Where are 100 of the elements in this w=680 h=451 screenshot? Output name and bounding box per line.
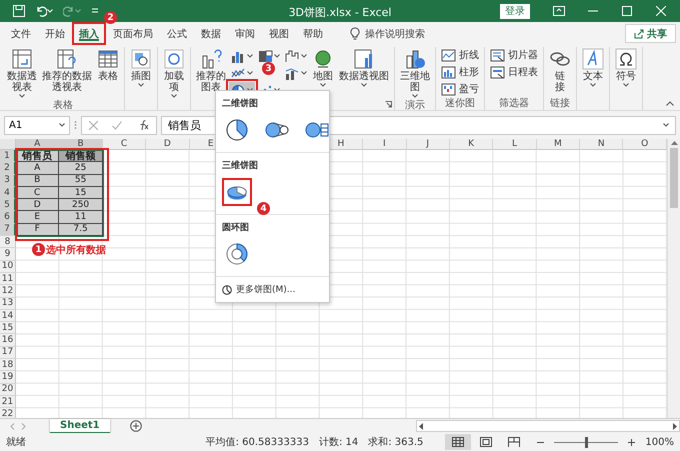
table-cell: 11: [59, 211, 103, 224]
row-header[interactable]: 6: [0, 211, 16, 224]
row-header[interactable]: 20: [0, 384, 16, 396]
row-header[interactable]: 19: [0, 371, 16, 384]
row-header[interactable]: 8: [0, 236, 16, 248]
ribbon-button[interactable]: 盈亏: [439, 81, 481, 97]
row-header[interactable]: 14: [0, 310, 16, 322]
row-header[interactable]: 21: [0, 396, 16, 408]
share-button[interactable]: 共享: [625, 24, 676, 43]
ribbon-button[interactable]: 链接: [547, 47, 573, 94]
ribbon-button[interactable]: 柱形: [439, 64, 481, 80]
ribbon-button[interactable]: 三维地图: [398, 47, 432, 99]
chart-help-icon: [200, 48, 222, 70]
column-header[interactable]: O: [623, 139, 667, 150]
horizontal-scrollbar[interactable]: [416, 420, 680, 432]
ribbon-button[interactable]: 表格: [95, 47, 121, 83]
sum-value: 求和: 363.5: [368, 436, 424, 449]
view-button[interactable]: [445, 434, 472, 450]
row-header[interactable]: 22: [0, 408, 16, 418]
collapse-ribbon-icon[interactable]: [666, 101, 674, 106]
column-header[interactable]: N: [580, 139, 624, 150]
ribbon-button[interactable]: 日程表: [488, 64, 540, 80]
caret-icon: [247, 71, 253, 75]
add-sheet-icon[interactable]: [130, 420, 142, 432]
row-header[interactable]: 1: [0, 150, 16, 162]
zoom-slider-thumb[interactable]: [584, 436, 588, 448]
menu-item[interactable]: 更多饼图(M)...: [216, 277, 329, 302]
caret-icon: [623, 83, 629, 87]
ribbon-button[interactable]: 数据透视表: [5, 47, 39, 99]
scroll-right-icon[interactable]: [673, 422, 677, 430]
ribbon-button[interactable]: 切片器: [488, 47, 540, 63]
row-header[interactable]: 15: [0, 322, 16, 334]
column-header[interactable]: K: [450, 139, 494, 150]
row-header[interactable]: 10: [0, 260, 16, 273]
row-header[interactable]: 18: [0, 359, 16, 372]
chart-option[interactable]: [222, 178, 252, 206]
sign-in-button[interactable]: 登录: [500, 4, 530, 18]
caret-icon: [320, 83, 326, 87]
group-label: 表格: [53, 99, 73, 112]
annotation-note: 选中所有数据: [46, 244, 106, 257]
row-header[interactable]: 11: [0, 272, 16, 286]
zoom-in-icon[interactable]: [628, 438, 636, 446]
ribbon-button[interactable]: 插图: [128, 47, 154, 88]
zoom-percent[interactable]: 100%: [645, 436, 674, 448]
ribbon-button[interactable]: 折线: [439, 47, 481, 63]
row-header[interactable]: 2: [0, 162, 16, 175]
row-header[interactable]: 13: [0, 298, 16, 310]
ribbon-tab[interactable]: 插入: [72, 22, 106, 45]
ribbon-tab[interactable]: 公式: [160, 22, 194, 45]
donut-chart-icon: [224, 242, 250, 266]
ribbon-button[interactable]: 符号: [613, 47, 639, 88]
caret-icon: [138, 83, 144, 87]
ribbon-button[interactable]: 加载项: [161, 47, 187, 99]
row-header[interactable]: 17: [0, 346, 16, 360]
pie-chart-icon: [224, 118, 250, 142]
chart-type-button[interactable]: [283, 48, 309, 64]
sheet-tab[interactable]: Sheet1: [50, 418, 110, 434]
ribbon-tab[interactable]: 帮助: [296, 22, 330, 45]
row-header[interactable]: 12: [0, 285, 16, 298]
ribbon-button[interactable]: 地图: [310, 47, 336, 88]
ribbon-tab[interactable]: 页面布局: [106, 22, 160, 45]
pivot-table-icon: [11, 48, 33, 70]
row-header[interactable]: 16: [0, 334, 16, 347]
column-header[interactable]: M: [536, 139, 580, 150]
pivot-chart-icon: [353, 48, 375, 70]
dialog-launcher-icon[interactable]: [385, 101, 392, 108]
scroll-up-icon[interactable]: [670, 141, 678, 145]
row-header[interactable]: 9: [0, 248, 16, 261]
table-cell: A: [16, 162, 60, 175]
column-header[interactable]: L: [493, 139, 537, 150]
caret-icon: [663, 123, 669, 127]
table-icon: [97, 48, 119, 70]
ribbon-button[interactable]: 推荐的数据透视表: [40, 47, 94, 94]
caret-icon: [590, 83, 596, 87]
chart-type-button[interactable]: [256, 48, 282, 64]
name-box[interactable]: A1: [4, 116, 70, 134]
row-header[interactable]: 5: [0, 199, 16, 212]
ribbon-tab[interactable]: 文件: [4, 22, 38, 45]
caret-icon: [75, 9, 81, 13]
omega-icon: [615, 48, 637, 70]
ribbon-button[interactable]: 文本: [580, 47, 606, 88]
column-header[interactable]: I: [363, 139, 407, 150]
caret-icon: [19, 94, 25, 98]
scrollbar-thumb[interactable]: [670, 148, 678, 208]
tell-me-search[interactable]: 操作说明搜索: [344, 22, 431, 45]
ribbon-tab[interactable]: 审阅: [228, 22, 262, 45]
column-header[interactable]: D: [146, 139, 190, 150]
column-header[interactable]: J: [406, 139, 450, 150]
ribbon-tab[interactable]: 开始: [38, 22, 72, 45]
table-cell: 250: [59, 199, 103, 212]
ribbon-tab[interactable]: 视图: [262, 22, 296, 45]
column-header[interactable]: C: [102, 139, 146, 150]
pie-chart-icon: [222, 284, 232, 294]
ribbon-tab[interactable]: 数据: [194, 22, 228, 45]
ribbon-button[interactable]: 数据透视图: [337, 47, 391, 88]
shapes-icon: [130, 48, 152, 70]
scroll-left-icon[interactable]: [419, 422, 423, 430]
vertical-scrollbar[interactable]: [667, 139, 680, 418]
pivot-table-help-icon: [56, 48, 78, 70]
treemap-icon: [258, 50, 273, 62]
